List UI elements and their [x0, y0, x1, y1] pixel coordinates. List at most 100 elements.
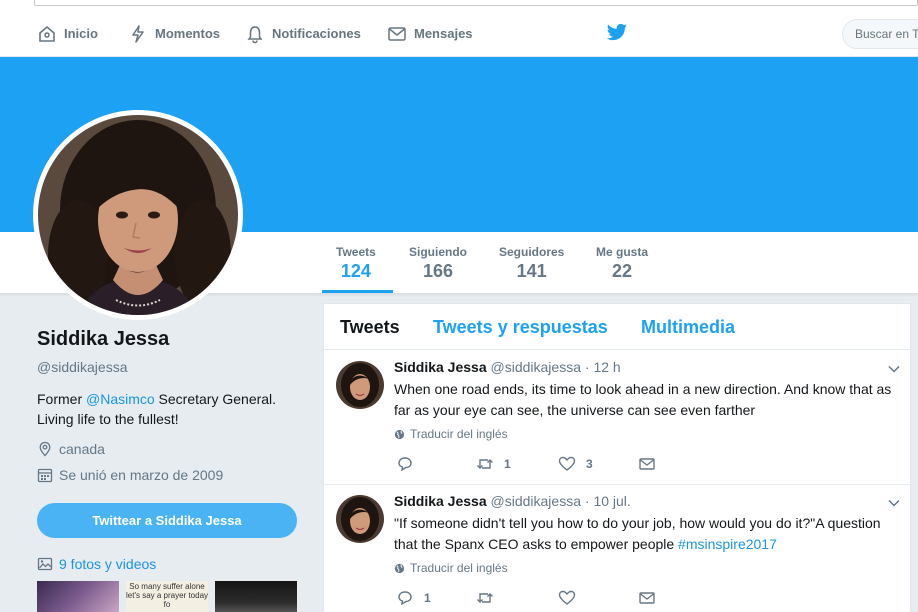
- tweet-item[interactable]: Siddika Jessa @siddikajessa · 10 jul. "I…: [324, 485, 910, 612]
- envelope-icon: [388, 26, 406, 41]
- like-count: 3: [586, 457, 593, 471]
- tweet-text: "If someone didn't tell you how to do yo…: [394, 513, 904, 555]
- heart-icon: [558, 590, 576, 605]
- media-thumbnail[interactable]: [37, 581, 119, 612]
- retweet-button[interactable]: [476, 589, 504, 607]
- thumbnail-text: So many suffer alone let's say a prayer …: [126, 582, 208, 609]
- twitter-bird-icon[interactable]: [606, 23, 628, 43]
- tweet-author-handle[interactable]: @siddikajessa: [491, 359, 581, 375]
- tweet-author-name[interactable]: Siddika Jessa: [394, 359, 487, 375]
- nav-home[interactable]: Inicio: [37, 10, 98, 57]
- photos-videos-link[interactable]: 9 fotos y videos: [37, 556, 156, 572]
- profile-card: Siddika Jessa @siddikajessa Former @Nasi…: [37, 328, 297, 483]
- location-pin-icon: [39, 441, 51, 457]
- profile-handle[interactable]: @siddikajessa: [37, 359, 297, 375]
- nav-messages-label: Mensajes: [414, 26, 473, 41]
- tweet-header: Siddika Jessa @siddikajessa · 10 jul.: [394, 493, 631, 509]
- profile-avatar[interactable]: [33, 110, 243, 320]
- translate-link[interactable]: Traducir del inglés: [394, 427, 508, 441]
- photos-videos-label: 9 fotos y videos: [59, 556, 157, 572]
- tweet-body: "If someone didn't tell you how to do yo…: [394, 515, 881, 552]
- heart-icon: [558, 456, 576, 471]
- retweet-icon: [477, 593, 493, 603]
- like-button[interactable]: [558, 589, 586, 607]
- tweet-timestamp[interactable]: · 10 jul.: [585, 493, 631, 509]
- media-thumbnail[interactable]: So many suffer alone let's say a prayer …: [126, 581, 208, 612]
- tweet-item[interactable]: Siddika Jessa @siddikajessa · 12 h When …: [324, 351, 910, 485]
- tweet-avatar[interactable]: [336, 495, 384, 543]
- tab-media[interactable]: Multimedia: [641, 317, 735, 338]
- retweet-button[interactable]: 1: [476, 455, 511, 473]
- search-input[interactable]: Buscar en T: [842, 19, 918, 49]
- tab-tweets-replies[interactable]: Tweets y respuestas: [433, 317, 608, 338]
- tab-tweets[interactable]: Tweets: [340, 317, 400, 338]
- timeline-panel: Tweets Tweets y respuestas Multimedia Si…: [323, 303, 911, 612]
- nav-notifications[interactable]: Notificaciones: [245, 10, 361, 57]
- timeline-tabs: Tweets Tweets y respuestas Multimedia: [324, 304, 910, 350]
- stat-tweets[interactable]: Tweets 124: [336, 245, 376, 282]
- tweet-timestamp[interactable]: · 12 h: [585, 359, 621, 375]
- profile-name[interactable]: Siddika Jessa: [37, 328, 297, 351]
- retweet-icon: [477, 459, 493, 469]
- translate-link[interactable]: Traducir del inglés: [394, 561, 508, 575]
- address-bar[interactable]: [34, 0, 918, 6]
- location-text: canada: [59, 441, 105, 457]
- chevron-down-icon[interactable]: [886, 495, 902, 511]
- stat-value: 124: [340, 261, 371, 281]
- tweet-avatar[interactable]: [336, 361, 384, 409]
- bio-text: Former: [37, 391, 86, 407]
- lightning-icon: [132, 24, 144, 43]
- bio-mention-link[interactable]: @Nasimco: [86, 391, 155, 407]
- stat-label: Me gusta: [596, 245, 649, 259]
- top-navigation: Inicio Momentos Notificaciones Mensajes …: [0, 10, 918, 57]
- translate-label: Traducir del inglés: [410, 427, 508, 441]
- stat-following[interactable]: Siguiendo 166: [409, 245, 467, 282]
- nav-messages[interactable]: Mensajes: [387, 10, 473, 57]
- bell-icon: [247, 25, 263, 43]
- stat-label: Seguidores: [499, 245, 565, 259]
- tweet-body: When one road ends, its time to look ahe…: [394, 381, 892, 418]
- nav-home-label: Inicio: [64, 26, 98, 41]
- joined-text: Se unió en marzo de 2009: [59, 467, 224, 483]
- active-stat-underline: [322, 290, 393, 293]
- tweet-author-name[interactable]: Siddika Jessa: [394, 493, 487, 509]
- calendar-icon: [37, 468, 53, 483]
- stat-value: 22: [611, 261, 633, 281]
- reply-icon: [398, 457, 412, 472]
- tweet-text: When one road ends, its time to look ahe…: [394, 379, 904, 421]
- reply-button[interactable]: 1: [396, 589, 431, 607]
- stat-likes[interactable]: Me gusta 22: [596, 245, 648, 282]
- nav-moments[interactable]: Momentos: [128, 10, 220, 57]
- stat-followers[interactable]: Seguidores 141: [499, 245, 564, 282]
- globe-icon: [394, 429, 405, 439]
- stat-label: Siguiendo: [409, 245, 467, 259]
- chevron-down-icon[interactable]: [886, 361, 902, 377]
- media-thumbnail[interactable]: [215, 581, 297, 612]
- globe-icon: [394, 563, 405, 573]
- envelope-icon: [639, 458, 655, 470]
- browser-chrome: [0, 0, 918, 10]
- nav-notifications-label: Notificaciones: [272, 26, 361, 41]
- profile-bio: Former @Nasimco Secretary General. Livin…: [37, 389, 297, 429]
- like-button[interactable]: 3: [558, 455, 593, 473]
- direct-message-button[interactable]: [638, 455, 656, 473]
- reply-icon: [398, 591, 412, 606]
- stat-value: 141: [516, 261, 547, 281]
- avatar-photo: [38, 115, 238, 315]
- tweet-to-user-button[interactable]: Twittear a Siddika Jessa: [37, 503, 297, 538]
- profile-joined: Se unió en marzo de 2009: [37, 467, 297, 483]
- stat-value: 166: [422, 261, 454, 281]
- profile-location: canada: [37, 441, 297, 457]
- reply-button[interactable]: [396, 455, 424, 473]
- hashtag-link[interactable]: #msinspire2017: [678, 536, 777, 552]
- nav-moments-label: Momentos: [155, 26, 220, 41]
- translate-label: Traducir del inglés: [410, 561, 508, 575]
- image-icon: [37, 557, 53, 571]
- reply-count: 1: [424, 591, 431, 605]
- tweet-author-handle[interactable]: @siddikajessa: [491, 493, 581, 509]
- direct-message-button[interactable]: [638, 589, 656, 607]
- envelope-icon: [639, 592, 655, 604]
- home-icon: [39, 25, 55, 42]
- stat-label: Tweets: [336, 245, 376, 259]
- tweet-header: Siddika Jessa @siddikajessa · 12 h: [394, 359, 621, 375]
